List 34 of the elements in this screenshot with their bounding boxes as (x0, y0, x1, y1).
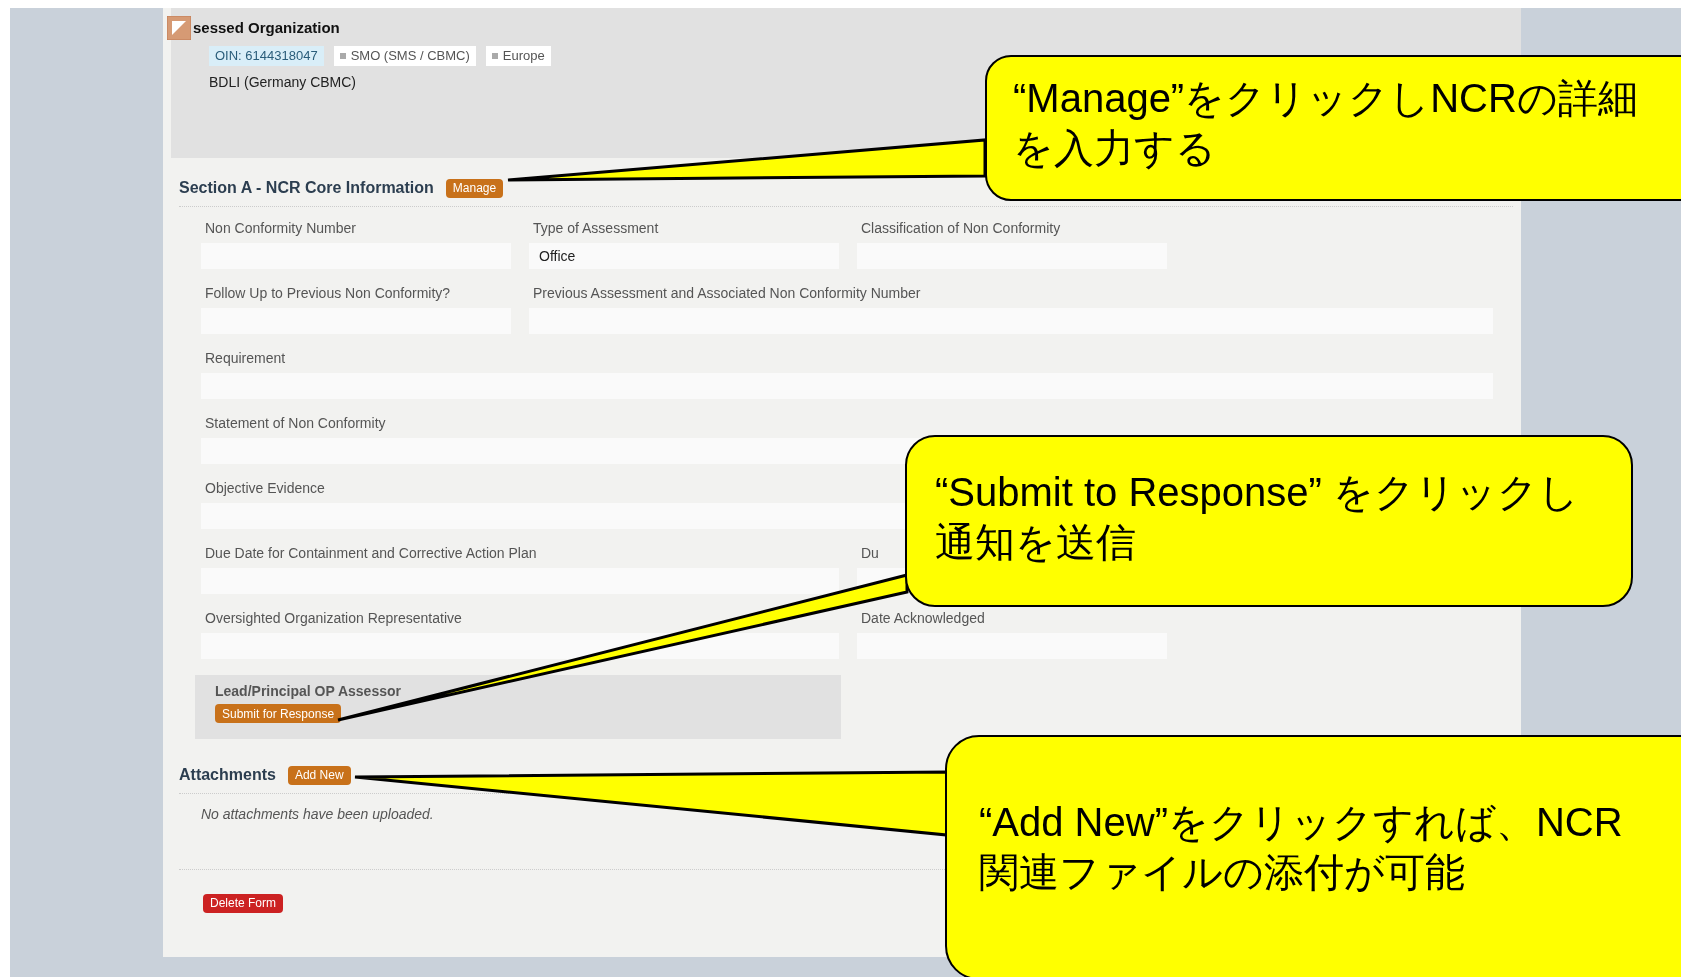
annotation-tooltip: “Manage”をクリックしNCRの詳細 を入力する (985, 55, 1681, 201)
field-label: Follow Up to Previous Non Conformity? (204, 284, 451, 302)
annotation-tooltip: “Add New”をクリックすれば、NCR 関連ファイルの添付が可能 (945, 735, 1681, 977)
field-label: Classification of Non Conformity (860, 219, 1061, 237)
annotation-tooltip: “Submit to Response” をクリックし 通知を送信 (905, 435, 1633, 607)
tag: Europe (485, 46, 551, 66)
submit-button[interactable]: Submit for Response (215, 704, 342, 723)
empty-message: No attachments have been uploaded. (201, 805, 434, 824)
organization-title: sessed Organization (193, 17, 340, 38)
field-label: Type of Assessment (532, 219, 659, 237)
section-title: Section A - NCR Core Information (179, 178, 434, 198)
organization-name: BDLI (Germany CBMC) (208, 73, 358, 92)
square-icon (339, 53, 346, 59)
assessor-label: Lead/Principal OP Assessor (215, 682, 401, 701)
tag: OIN: 6144318047 (209, 46, 324, 66)
field-label: Previous Assessment and Associated Non Conformity Number (532, 284, 921, 302)
field-label: Statement of Non Conformity (204, 414, 386, 432)
field-label: Date Acknowledged (860, 609, 985, 627)
input-field[interactable] (201, 568, 839, 594)
delete-button[interactable]: Delete Form (203, 893, 284, 913)
square-icon (491, 53, 498, 59)
field-label: Oversighted Organization Representative (204, 609, 462, 627)
input-field[interactable] (201, 633, 839, 659)
add-new-button[interactable]: Add New (287, 765, 351, 785)
field-label: Du (860, 544, 879, 562)
input-field[interactable]: Office (529, 243, 839, 269)
tag: SMO (SMS / CBMC) (333, 46, 476, 66)
field-label: Non Conformity Number (204, 219, 356, 237)
section-title: Attachments (179, 765, 276, 785)
manage-button[interactable]: Manage (445, 178, 504, 198)
pencil-icon (167, 16, 191, 40)
field-label: Requirement (204, 349, 286, 367)
field-label: Objective Evidence (204, 479, 325, 497)
field-label: Due Date for Containment and Corrective Action Plan (204, 544, 537, 562)
